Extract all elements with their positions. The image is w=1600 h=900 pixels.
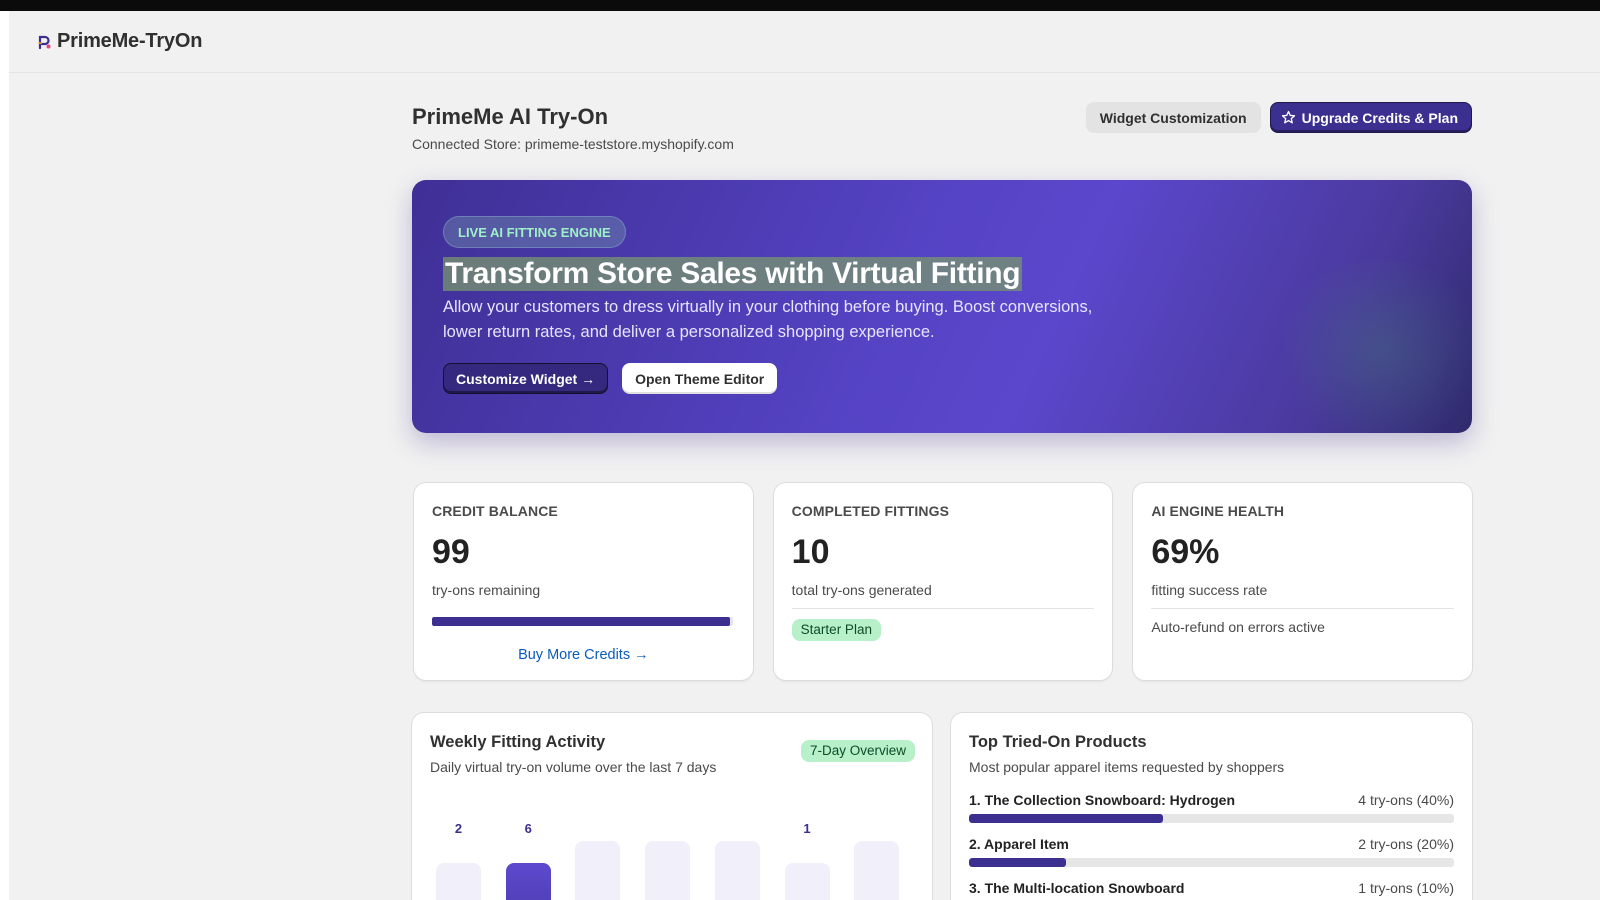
- activity-bar: [854, 841, 900, 900]
- activity-bar-column: [854, 813, 900, 900]
- page-title: PrimeMe AI Try-On: [412, 104, 609, 129]
- buy-more-credits-link[interactable]: Buy More Credits →: [432, 647, 735, 663]
- product-share-fill: [969, 814, 1163, 823]
- plan-badge: Starter Plan: [791, 619, 881, 641]
- divider: [1151, 608, 1455, 609]
- activity-bar: [505, 863, 551, 900]
- product-name: 3. The Multi-location Snowboard: [969, 880, 1185, 896]
- activity-bar-column: [645, 813, 691, 900]
- product-share-bar: [969, 814, 1454, 823]
- activity-bar-column: [575, 813, 621, 900]
- engine-health-value: 69%: [1151, 533, 1220, 571]
- credit-balance-card: CREDIT BALANCE 99 try-ons remaining Buy …: [414, 483, 753, 680]
- completed-fittings-card: COMPLETED FITTINGS 10 total try-ons gene…: [773, 483, 1113, 680]
- stat-caption: fitting success rate: [1151, 582, 1268, 598]
- panel-title: Weekly Fitting Activity: [430, 733, 606, 751]
- activity-bar: [645, 841, 691, 900]
- system-topbar: [0, 0, 1600, 11]
- customize-widget-button[interactable]: Customize Widget →: [443, 363, 609, 394]
- activity-bar-count: 6: [524, 821, 532, 836]
- panel-subtitle: Most popular apparel items requested by …: [969, 759, 1285, 775]
- completed-fittings-value: 10: [791, 533, 830, 571]
- auto-refund-note: Auto-refund on errors active: [1151, 619, 1325, 635]
- app-name: PrimeMe-TryOn: [57, 30, 203, 52]
- page-header: PrimeMe AI Try-On Connected Store: prime…: [412, 90, 1472, 170]
- product-name: 1. The Collection Snowboard: Hydrogen: [969, 792, 1236, 808]
- widget-customization-button[interactable]: Widget Customization: [1085, 102, 1261, 133]
- upgrade-credits-button[interactable]: Upgrade Credits & Plan: [1269, 102, 1472, 133]
- divider: [791, 608, 1095, 609]
- activity-bar-column: 1: [784, 813, 830, 900]
- left-edge: [0, 11, 9, 900]
- activity-bar-column: 2: [436, 813, 481, 900]
- product-count: 4 try-ons (40%): [1358, 792, 1454, 808]
- activity-bar: [784, 863, 830, 900]
- panel-title: Top Tried-On Products: [969, 733, 1147, 751]
- app-logo-icon: [38, 35, 51, 49]
- bottom-row: Weekly Fitting Activity Daily virtual tr…: [412, 713, 1472, 900]
- star-icon: [1281, 110, 1295, 124]
- hero-banner: LIVE AI FITTING ENGINE Transform Store S…: [412, 180, 1472, 433]
- stat-label: COMPLETED FITTINGS: [791, 503, 950, 519]
- credit-balance-value: 99: [432, 533, 470, 571]
- activity-bar-count: 1: [803, 821, 811, 836]
- weekly-activity-panel: Weekly Fitting Activity Daily virtual tr…: [412, 713, 932, 900]
- stat-caption: try-ons remaining: [432, 582, 541, 598]
- open-theme-editor-button[interactable]: Open Theme Editor: [622, 363, 778, 394]
- activity-bar-count: 2: [454, 821, 463, 836]
- overview-badge: 7-Day Overview: [800, 740, 915, 762]
- stat-label: AI ENGINE HEALTH: [1151, 503, 1285, 519]
- activity-bar-column: [714, 813, 760, 900]
- app-header: PrimeMe-TryOn: [9, 11, 1600, 73]
- credit-progress-fill: [432, 617, 730, 626]
- activity-bar: [575, 841, 621, 900]
- product-name: 2. Apparel Item: [969, 836, 1069, 852]
- engine-health-card: AI ENGINE HEALTH 69% fitting success rat…: [1133, 483, 1473, 680]
- product-share-fill: [969, 858, 1066, 867]
- hero-title: Transform Store Sales with Virtual Fitti…: [443, 257, 1023, 291]
- stat-caption: total try-ons generated: [791, 582, 932, 598]
- top-products-panel: Top Tried-On Products Most popular appar…: [951, 713, 1472, 900]
- activity-bar-column: 6: [505, 813, 551, 900]
- main-page: PrimeMe AI Try-On Connected Store: prime…: [412, 90, 1473, 900]
- header-actions: Widget Customization Upgrade Credits & P…: [1085, 102, 1472, 133]
- product-share-bar: [969, 858, 1454, 867]
- stat-label: CREDIT BALANCE: [432, 503, 558, 519]
- hero-actions: Customize Widget → Open Theme Editor: [443, 363, 778, 394]
- upgrade-credits-label: Upgrade Credits & Plan: [1301, 109, 1458, 126]
- hero-glow: [1272, 260, 1472, 433]
- live-engine-badge: LIVE AI FITTING ENGINE: [443, 216, 626, 248]
- panel-subtitle: Daily virtual try-on volume over the las…: [430, 759, 717, 775]
- activity-bar: [436, 863, 481, 900]
- stats-row: CREDIT BALANCE 99 try-ons remaining Buy …: [414, 483, 1473, 680]
- activity-bar-chart: 2 6 1: [436, 813, 906, 900]
- activity-bar: [714, 841, 760, 900]
- connected-store: Connected Store: primeme-teststore.mysho…: [412, 136, 734, 152]
- product-count: 2 try-ons (20%): [1358, 836, 1454, 852]
- hero-description: Allow your customers to dress virtually …: [443, 298, 1093, 341]
- product-count: 1 try-ons (10%): [1358, 880, 1454, 896]
- credit-progress-bar: [432, 617, 733, 626]
